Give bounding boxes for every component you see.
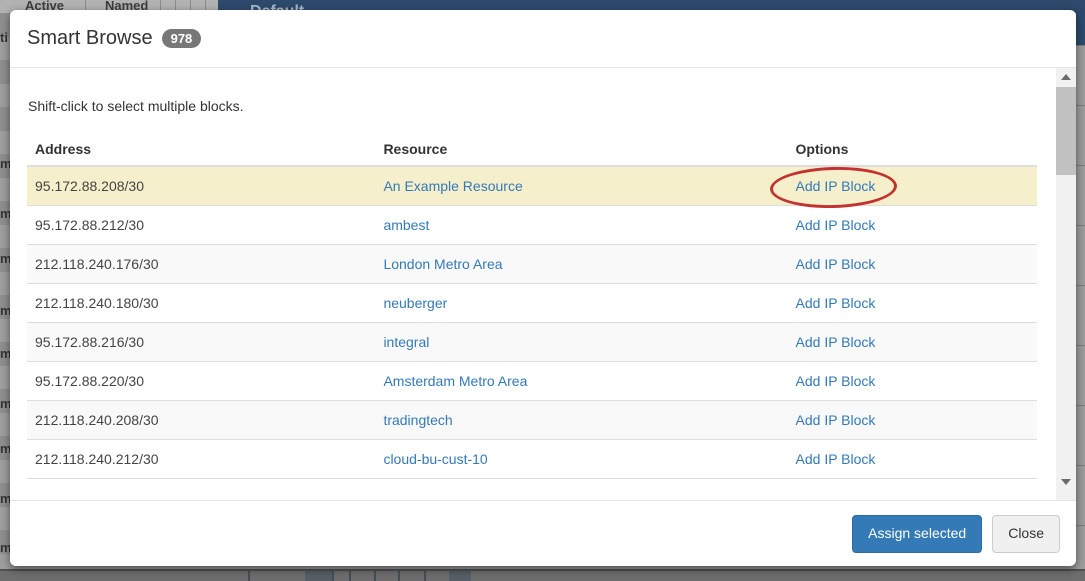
background-bottom-table-row	[0, 569, 1085, 581]
scroll-down-button[interactable]	[1056, 473, 1076, 490]
background-text-fragment: m	[0, 303, 10, 318]
address-cell: 95.172.88.212/30	[27, 206, 375, 245]
scroll-up-button[interactable]	[1056, 68, 1076, 85]
cell-border	[398, 571, 400, 581]
table-row[interactable]: 212.118.240.176/30 London Metro Area Add…	[27, 245, 1037, 284]
table-row[interactable]: 95.172.88.220/30 Amsterdam Metro Area Ad…	[27, 362, 1037, 401]
column-header-options: Options	[788, 133, 1037, 166]
resource-link[interactable]: ambest	[383, 217, 429, 233]
address-cell: 95.172.88.220/30	[27, 362, 375, 401]
resource-link[interactable]: London Metro Area	[383, 256, 502, 272]
table-row[interactable]: 95.172.88.212/30 ambest Add IP Block	[27, 206, 1037, 245]
add-ip-block-link[interactable]: Add IP Block	[796, 217, 876, 233]
address-cell: 95.172.88.208/30	[27, 166, 375, 206]
scroll-down-icon	[1061, 479, 1071, 485]
table-row[interactable]: 212.118.240.208/30 tradingtech Add IP Bl…	[27, 401, 1037, 440]
background-text-fragment: m	[0, 491, 10, 506]
modal-header: Smart Browse 978	[10, 10, 1076, 68]
address-cell: 95.172.88.216/30	[27, 323, 375, 362]
add-ip-block-link[interactable]: Add IP Block	[796, 334, 876, 350]
scroll-up-icon	[1061, 74, 1071, 80]
column-header-address: Address	[27, 133, 375, 166]
modal-footer: Assign selected Close	[10, 500, 1076, 566]
background-text-fragment: m	[0, 346, 10, 361]
add-ip-block-link[interactable]: Add IP Block	[796, 451, 876, 467]
background-text-fragment: m	[0, 540, 10, 555]
scrollbar[interactable]	[1056, 68, 1076, 500]
add-ip-block-link[interactable]: Add IP Block	[796, 412, 876, 428]
table-body: 95.172.88.208/30 An Example Resource Add…	[27, 166, 1037, 479]
background-text-fragment: m	[0, 156, 10, 171]
smart-browse-modal: Smart Browse 978 Shift-click to select m…	[10, 10, 1076, 566]
background-right-rows	[1076, 45, 1085, 581]
add-ip-block-link[interactable]: Add IP Block	[796, 178, 876, 194]
table-row[interactable]: 212.118.240.180/30 neuberger Add IP Bloc…	[27, 284, 1037, 323]
assign-selected-button[interactable]: Assign selected	[852, 515, 982, 553]
count-badge: 978	[162, 29, 202, 48]
background-text-fragment: m	[0, 396, 10, 411]
modal-title: Smart Browse	[27, 27, 153, 50]
address-cell: 212.118.240.212/30	[27, 440, 375, 479]
resource-link[interactable]: neuberger	[383, 295, 447, 311]
hint-text: Shift-click to select multiple blocks.	[28, 98, 1037, 114]
add-ip-block-link[interactable]: Add IP Block	[796, 295, 876, 311]
address-cell: 212.118.240.180/30	[27, 284, 375, 323]
background-left-edge: ti m m m m m m m m m	[0, 13, 10, 581]
cell-border	[424, 571, 426, 581]
cell-border	[248, 571, 250, 581]
table-row[interactable]: 212.118.240.212/30 cloud-bu-cust-10 Add …	[27, 440, 1037, 479]
add-ip-block-link[interactable]: Add IP Block	[796, 373, 876, 389]
resource-link[interactable]: Amsterdam Metro Area	[383, 373, 527, 389]
cell-border	[374, 571, 376, 581]
cell-border	[349, 571, 351, 581]
modal-body: Shift-click to select multiple blocks. A…	[10, 68, 1076, 500]
resource-link[interactable]: tradingtech	[383, 412, 452, 428]
background-text-fragment: ti	[0, 30, 8, 45]
background-text-fragment: m	[0, 251, 10, 266]
resource-link[interactable]: An Example Resource	[383, 178, 522, 194]
background-text-fragment: m	[0, 206, 10, 221]
cell-dark	[449, 571, 471, 581]
close-button[interactable]: Close	[992, 515, 1060, 553]
address-cell: 212.118.240.176/30	[27, 245, 375, 284]
address-cell: 212.118.240.208/30	[27, 401, 375, 440]
resource-link[interactable]: cloud-bu-cust-10	[383, 451, 487, 467]
cell-dark	[305, 571, 332, 581]
scrollbar-thumb[interactable]	[1056, 87, 1076, 175]
table-row[interactable]: 95.172.88.216/30 integral Add IP Block	[27, 323, 1037, 362]
table-row[interactable]: 95.172.88.208/30 An Example Resource Add…	[27, 166, 1037, 206]
column-header-resource: Resource	[375, 133, 787, 166]
ip-blocks-table: Address Resource Options 95.172.88.208/3…	[27, 133, 1037, 479]
background-right-edge	[1076, 0, 1085, 581]
background-text-fragment: m	[0, 441, 10, 456]
cell-border	[332, 571, 334, 581]
resource-link[interactable]: integral	[383, 334, 429, 350]
add-ip-block-link[interactable]: Add IP Block	[796, 256, 876, 272]
